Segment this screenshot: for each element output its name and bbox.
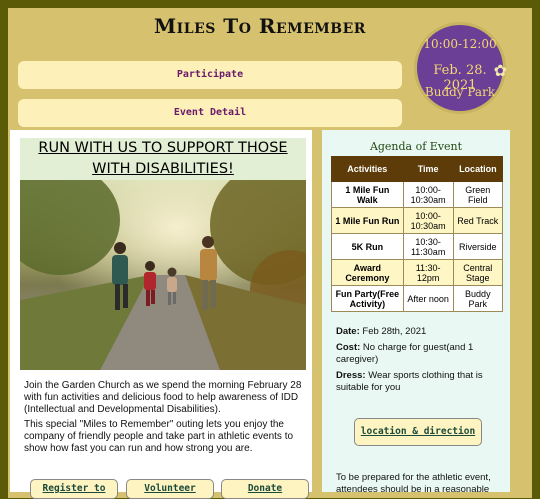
agenda-time: 11:30-12pm (402, 259, 454, 286)
page-title: Miles To Remember (154, 14, 366, 38)
cost-label: Cost: (336, 342, 361, 353)
outing-paragraph: This special "Miles to Remember" outing … (24, 419, 294, 454)
cta-buttons: Register to Volunteer Donate (30, 479, 320, 499)
agenda-location: Buddy Park (452, 285, 504, 312)
agenda-time: 10:00-10:30am (402, 207, 454, 234)
event-headline: RUN WITH US TO SUPPORT THOSE WITH DISABI… (20, 138, 306, 180)
flower-icon: ✿ (493, 61, 507, 80)
event-sidebar: Agenda of Event Activities Time Location… (322, 130, 510, 495)
agenda-activity: 1 Mile Fun Run (331, 207, 404, 234)
family-running-photo (20, 180, 306, 370)
agenda-location: Red Track (452, 207, 504, 234)
photo-illustration (20, 180, 306, 370)
table-row: 1 Mile Fun Walk 10:00-10:30am Green Fiel… (331, 181, 504, 208)
agenda-location: Central Stage (452, 259, 504, 286)
table-row: 1 Mile Fun Run 10:00-10:30am Red Track (331, 207, 504, 234)
agenda-header-activities: Activities (331, 156, 404, 182)
event-detail-button[interactable]: Event Detail (18, 99, 402, 127)
volunteer-button[interactable]: Volunteer (126, 479, 214, 499)
table-row: Award Ceremony 11:30-12pm Central Stage (331, 259, 504, 286)
agenda-table: Activities Time Location 1 Mile Fun Walk… (331, 156, 504, 312)
cost-info: Cost: No charge for guest(and 1 caregive… (336, 342, 504, 366)
date-label: Date: (336, 326, 360, 337)
register-button[interactable]: Register to (30, 479, 118, 499)
agenda-time: After noon (402, 285, 454, 312)
agenda-activity: Fun Party(Free Activity) (331, 285, 404, 312)
table-row: Fun Party(Free Activity) After noon Budd… (331, 285, 504, 312)
dress-info: Dress: Wear sports clothing that is suit… (336, 370, 504, 394)
date-info: Date: Feb 28th, 2021 (336, 326, 504, 338)
badge-time: 10:00-12:00 (423, 37, 497, 51)
donate-button[interactable]: Donate (221, 479, 309, 499)
agenda-time: 10:00-10:30am (402, 181, 454, 208)
agenda-header-time: Time (402, 156, 454, 182)
preparation-text: To be prepared for the athletic event, a… (336, 472, 491, 495)
table-row: 5K Run 10:30-11:30am Riverside (331, 233, 504, 260)
agenda-title: Agenda of Event (369, 140, 463, 153)
agenda-activity: 1 Mile Fun Walk (331, 181, 404, 208)
event-badge: 10:00-12:00 Feb. 28. 2021 Buddy Park ✿ (414, 22, 507, 114)
dress-label: Dress: (336, 370, 366, 381)
agenda-time: 10:30-11:30am (402, 233, 454, 260)
agenda-activity: 5K Run (331, 233, 404, 260)
badge-place: Buddy Park (424, 85, 496, 99)
main-content: RUN WITH US TO SUPPORT THOSE WITH DISABI… (10, 130, 312, 492)
agenda-header-location: Location (452, 156, 504, 182)
participate-button[interactable]: Participate (18, 61, 402, 89)
agenda-location: Riverside (452, 233, 504, 260)
intro-paragraph: Join the Garden Church as we spend the m… (24, 380, 302, 415)
agenda-location: Green Field (452, 181, 504, 208)
date-value: Feb 28th, 2021 (362, 326, 427, 337)
location-direction-button[interactable]: location & direction (354, 418, 482, 446)
agenda-activity: Award Ceremony (331, 259, 404, 286)
